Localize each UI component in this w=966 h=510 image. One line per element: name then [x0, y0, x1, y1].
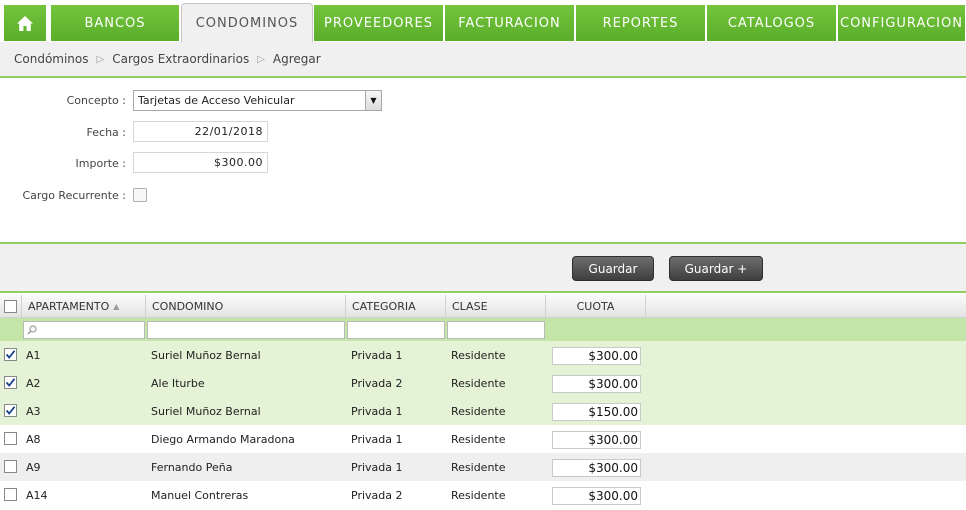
table-row[interactable]: A14 Manuel Contreras Privada 2 Residente $30…	[0, 481, 966, 509]
select-all-cell	[0, 295, 22, 318]
chevron-right-icon: ▷	[96, 53, 105, 65]
dropdown-arrow-icon[interactable]: ▼	[365, 91, 381, 110]
clase-cell: Residente	[451, 348, 506, 362]
categoria-cell: Privada 2	[351, 376, 403, 390]
tab-reportes[interactable]: REPORTES	[576, 5, 706, 41]
breadcrumb-condominos[interactable]: Condóminos	[14, 52, 89, 66]
column-apartamento[interactable]: APARTAMENTO ▲	[22, 295, 146, 318]
cargo-recurrente-checkbox[interactable]	[133, 188, 147, 202]
clase-cell: Residente	[451, 460, 506, 474]
table-row[interactable]: A2 Ale Iturbe Privada 2 Residente $300.00	[0, 369, 966, 397]
column-apartamento-label: APARTAMENTO	[28, 300, 110, 313]
breadcrumb-cargos-extraordinarios[interactable]: Cargos Extraordinarios	[112, 52, 249, 66]
row-checkbox[interactable]	[4, 488, 17, 501]
chevron-right-icon: ▷	[257, 53, 265, 65]
fecha-value: 22/01/2018	[194, 125, 263, 138]
action-bar: Guardar Guardar +	[0, 242, 966, 293]
concepto-select[interactable]: Tarjetas de Acceso Vehicular ▼	[133, 90, 382, 111]
importe-value: $300.00	[214, 156, 263, 169]
condomino-cell: Fernando Peña	[151, 460, 233, 474]
clase-cell: Residente	[451, 404, 506, 418]
categoria-cell: Privada 1	[351, 348, 403, 362]
grid-header: APARTAMENTO ▲ CONDOMINO CATEGORIA CLASE …	[0, 295, 966, 318]
apartamento-cell: A2	[26, 376, 41, 390]
top-navigation: BANCOS CONDOMINOS PROVEEDORES FACTURACIO…	[0, 0, 966, 43]
condomino-cell: Manuel Contreras	[151, 488, 249, 502]
row-checkbox[interactable]	[4, 376, 17, 389]
row-checkbox[interactable]	[4, 404, 17, 417]
tab-catalogos[interactable]: CATALOGOS	[707, 5, 837, 41]
cuota-input[interactable]: $300.00	[552, 459, 641, 477]
fecha-label: Fecha :	[86, 126, 126, 139]
apartamento-cell: A1	[26, 348, 41, 362]
categoria-cell: Privada 1	[351, 432, 403, 446]
column-categoria[interactable]: CATEGORIA	[346, 295, 446, 318]
clase-cell: Residente	[451, 376, 506, 390]
cuota-input[interactable]: $300.00	[552, 431, 641, 449]
breadcrumb-agregar: Agregar	[272, 52, 321, 66]
fecha-input[interactable]: 22/01/2018	[133, 121, 268, 142]
condomino-cell: Ale Iturbe	[151, 376, 205, 390]
table-row[interactable]: A8 Diego Armando Maradona Privada 1 Residen…	[0, 425, 966, 453]
table-row[interactable]: A3 Suriel Muñoz Bernal Privada 1 Residente $…	[0, 397, 966, 425]
guardar-plus-button[interactable]: Guardar +	[669, 256, 763, 281]
cuota-input[interactable]: $300.00	[552, 375, 641, 393]
column-condomino[interactable]: CONDOMINO	[146, 295, 346, 318]
checkmark-icon	[5, 378, 16, 387]
column-clase[interactable]: CLASE	[446, 295, 546, 318]
tab-bancos[interactable]: BANCOS	[51, 5, 180, 41]
cuota-input[interactable]: $300.00	[552, 347, 641, 365]
table-row[interactable]: A1 Suriel Muñoz Bernal Privada 1 Residente $…	[0, 341, 966, 369]
condomino-cell: Suriel Muñoz Bernal	[151, 404, 261, 418]
concepto-label: Concepto :	[66, 94, 126, 107]
apartamento-cell: A9	[26, 460, 41, 474]
importe-input[interactable]: $300.00	[133, 152, 268, 173]
tab-facturacion[interactable]: FACTURACION	[445, 5, 575, 41]
apartamento-filter-input[interactable]	[23, 321, 145, 339]
cargo-form: Concepto : Tarjetas de Acceso Vehicular …	[0, 80, 966, 242]
apartamento-cell: A14	[26, 488, 48, 502]
table-row[interactable]: A9 Fernando Peña Privada 1 Residente $300.00	[0, 453, 966, 481]
apartamento-cell: A8	[26, 432, 41, 446]
checkmark-icon	[5, 350, 16, 359]
concepto-value: Tarjetas de Acceso Vehicular	[138, 94, 295, 107]
clase-cell: Residente	[451, 488, 506, 502]
breadcrumb: Condóminos ▷ Cargos Extraordinarios ▷ Ag…	[0, 42, 966, 78]
clase-filter-input[interactable]	[447, 321, 545, 339]
condomino-filter-input[interactable]	[147, 321, 345, 339]
apartamento-cell: A3	[26, 404, 41, 418]
search-icon	[27, 325, 37, 335]
cuota-input[interactable]: $150.00	[552, 403, 641, 421]
cuota-input[interactable]: $300.00	[552, 487, 641, 505]
cargo-recurrente-label: Cargo Recurrente :	[22, 189, 126, 202]
guardar-button[interactable]: Guardar	[572, 256, 654, 281]
categoria-cell: Privada 2	[351, 488, 403, 502]
categoria-cell: Privada 1	[351, 460, 403, 474]
tab-proveedores[interactable]: PROVEEDORES	[314, 5, 444, 41]
home-icon	[17, 15, 33, 31]
home-tab[interactable]	[4, 5, 47, 41]
select-all-checkbox[interactable]	[4, 300, 17, 313]
checkmark-icon	[5, 406, 16, 415]
condomino-cell: Suriel Muñoz Bernal	[151, 348, 261, 362]
condomino-cell: Diego Armando Maradona	[151, 432, 295, 446]
tab-configuracion[interactable]: CONFIGURACION	[838, 5, 966, 41]
categoria-filter-input[interactable]	[347, 321, 445, 339]
sort-ascending-icon: ▲	[113, 302, 120, 311]
condominos-grid: APARTAMENTO ▲ CONDOMINO CATEGORIA CLASE …	[0, 295, 966, 510]
filter-row	[0, 318, 966, 341]
categoria-cell: Privada 1	[351, 404, 403, 418]
tab-condominos[interactable]: CONDOMINOS	[181, 3, 313, 43]
row-checkbox[interactable]	[4, 432, 17, 445]
row-checkbox[interactable]	[4, 460, 17, 473]
row-checkbox[interactable]	[4, 348, 17, 361]
column-cuota[interactable]: CUOTA	[546, 295, 646, 318]
importe-label: Importe :	[75, 157, 126, 170]
clase-cell: Residente	[451, 432, 506, 446]
